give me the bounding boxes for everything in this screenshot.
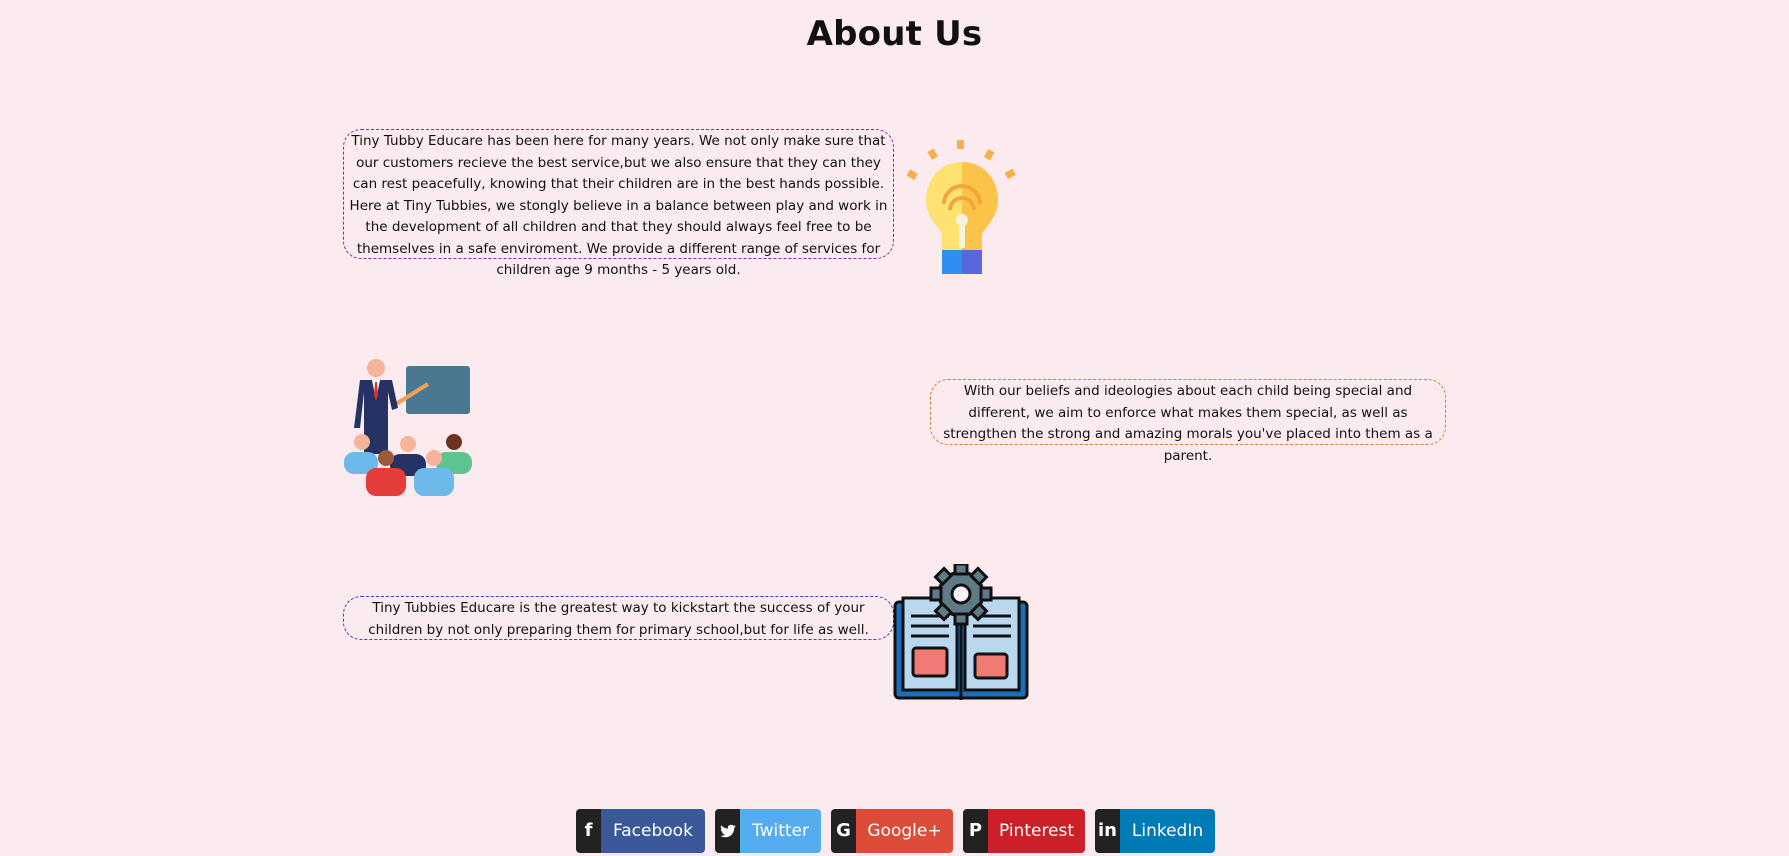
social-share-bar: f Facebook Twitter G Google+ P Pinterest… — [576, 809, 1215, 853]
twitter-label: Twitter — [740, 809, 821, 853]
about-text-box-1: Tiny Tubby Educare has been here for man… — [343, 129, 894, 278]
linkedin-label: LinkedIn — [1120, 809, 1215, 853]
google-plus-label: Google+ — [856, 809, 953, 853]
pinterest-icon: P — [963, 809, 988, 853]
page-title: About Us — [806, 14, 983, 54]
google-plus-button[interactable]: G Google+ — [831, 809, 953, 853]
facebook-button[interactable]: f Facebook — [576, 809, 705, 853]
twitter-button[interactable]: Twitter — [715, 809, 821, 853]
linkedin-icon: in — [1095, 809, 1120, 853]
teacher-classroom-icon — [344, 359, 472, 496]
twitter-icon — [715, 809, 740, 853]
about-text-box-2: With our beliefs and ideologies about ea… — [930, 379, 1446, 464]
facebook-label: Facebook — [601, 809, 705, 853]
about-text-box-3: Tiny Tubbies Educare is the greatest way… — [343, 596, 894, 640]
pinterest-label: Pinterest — [988, 809, 1085, 853]
book-gear-icon — [893, 564, 1029, 700]
facebook-icon: f — [576, 809, 601, 853]
pinterest-button[interactable]: P Pinterest — [963, 809, 1085, 853]
google-plus-icon: G — [831, 809, 856, 853]
lightbulb-icon — [906, 140, 1016, 274]
linkedin-button[interactable]: in LinkedIn — [1095, 809, 1215, 853]
